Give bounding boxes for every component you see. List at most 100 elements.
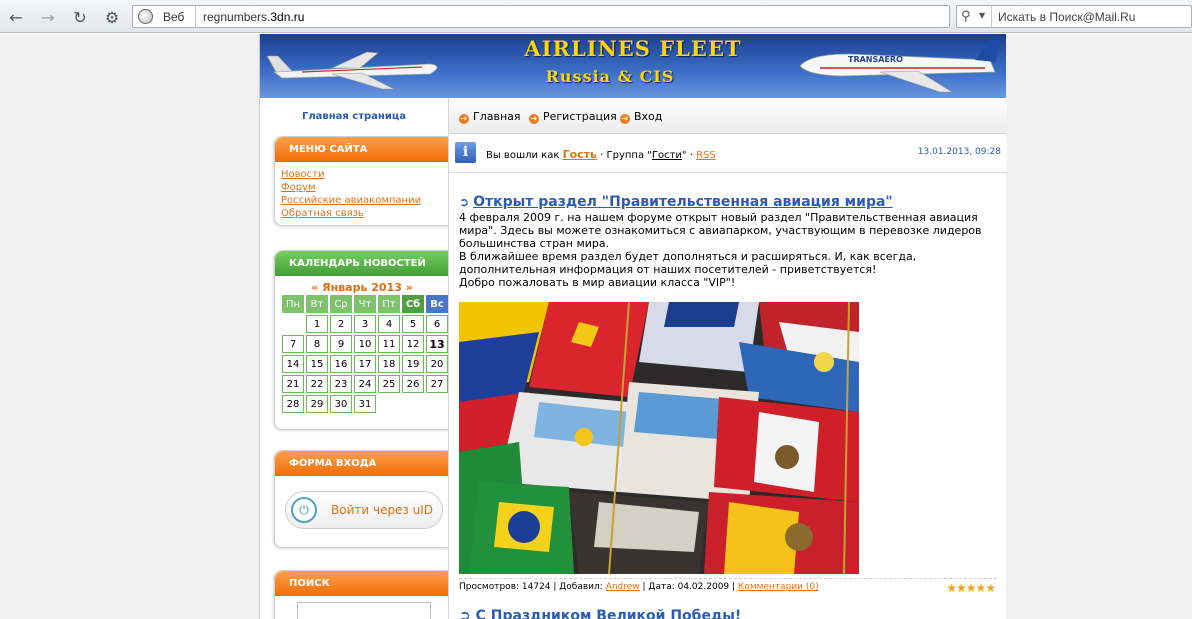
calendar-day[interactable]: 10 bbox=[354, 335, 376, 353]
calendar-weekday: Ср bbox=[330, 295, 352, 313]
post-date-label: | Дата: 04.02.2009 | bbox=[639, 582, 738, 592]
nav-item-login-label: Вход bbox=[634, 110, 663, 123]
login-prefix: Вы вошли как bbox=[486, 150, 563, 161]
arrow-circle-icon: ➲ bbox=[459, 608, 476, 619]
calendar-weekday: Вт bbox=[306, 295, 328, 313]
arrow-circle-icon: ➲ bbox=[459, 195, 470, 209]
guest-user-link[interactable]: Гость bbox=[563, 148, 597, 161]
calendar-day[interactable]: 9 bbox=[330, 335, 352, 353]
calendar-day[interactable]: 8 bbox=[306, 335, 328, 353]
group-suffix: " · bbox=[681, 150, 697, 161]
login-form-block: ФОРМА ВХОДА ⏻ Войти через uID bbox=[274, 450, 449, 548]
chevron-down-icon[interactable]: ▼ bbox=[979, 11, 985, 20]
back-icon[interactable]: ← bbox=[5, 6, 27, 28]
rating-stars[interactable]: ★★★★★ bbox=[946, 581, 996, 595]
globe-icon bbox=[138, 9, 153, 24]
search-icon[interactable]: ⚲ bbox=[961, 9, 971, 24]
banner-title: AIRLINES FLEET bbox=[524, 36, 742, 61]
search-separator bbox=[991, 6, 992, 27]
nav-item-register[interactable]: ➜ Регистрация bbox=[529, 110, 617, 124]
calendar-day[interactable]: 11 bbox=[378, 335, 400, 353]
calendar-day[interactable]: 20 bbox=[426, 355, 448, 373]
calendar-day[interactable]: 16 bbox=[330, 355, 352, 373]
menu-link-airlines[interactable]: Российские авиакомпании bbox=[281, 194, 449, 207]
calendar-day[interactable]: 13 bbox=[426, 335, 448, 353]
nav-item-login[interactable]: ➜ Вход bbox=[620, 110, 662, 124]
calendar-day[interactable]: 3 bbox=[354, 315, 376, 333]
calendar-day[interactable]: 21 bbox=[282, 375, 304, 393]
calendar-day[interactable]: 4 bbox=[378, 315, 400, 333]
calendar-day[interactable]: 7 bbox=[282, 335, 304, 353]
calendar-day[interactable]: 17 bbox=[354, 355, 376, 373]
calendar-day[interactable]: 25 bbox=[378, 375, 400, 393]
nav-item-home[interactable]: ➜ Главная bbox=[459, 110, 521, 124]
calendar-day[interactable]: 5 bbox=[402, 315, 424, 333]
calendar-day[interactable]: 27 bbox=[426, 375, 448, 393]
post-author-link[interactable]: Andrew bbox=[606, 582, 640, 592]
search-mode-label[interactable]: Веб bbox=[163, 10, 184, 24]
site-menu-list: Новости Форум Российские авиакомпании Об… bbox=[275, 162, 449, 220]
uid-login-button[interactable]: ⏻ Войти через uID bbox=[285, 491, 443, 529]
calendar-day[interactable]: 26 bbox=[402, 375, 424, 393]
calendar-empty-cell bbox=[282, 315, 304, 333]
calendar-day[interactable]: 2 bbox=[330, 315, 352, 333]
calendar-day[interactable]: 31 bbox=[354, 395, 376, 413]
login-status-text: Вы вошли как Гость · Группа "Гости" · RS… bbox=[486, 148, 716, 161]
calendar-day[interactable]: 30 bbox=[330, 395, 352, 413]
banner-subtitle: Russia & CIS bbox=[545, 67, 675, 86]
calendar-day[interactable]: 18 bbox=[378, 355, 400, 373]
left-sidebar: Главная страница МЕНЮ САЙТА Новости Фору… bbox=[260, 98, 449, 619]
calendar-day[interactable]: 6 bbox=[426, 315, 448, 333]
url-text[interactable]: regnumbers.3dn.ru bbox=[203, 10, 304, 24]
group-link[interactable]: Гости bbox=[652, 150, 682, 161]
site-menu-block: МЕНЮ САЙТА Новости Форум Российские авиа… bbox=[274, 136, 449, 226]
calendar-day[interactable]: 24 bbox=[354, 375, 376, 393]
nav-item-home-label: Главная bbox=[473, 110, 521, 123]
reload-icon[interactable]: ↻ bbox=[69, 6, 91, 28]
home-page-link[interactable]: Главная страница bbox=[260, 111, 448, 122]
next-post-title-text: С Праздником Великой Победы! bbox=[475, 608, 742, 619]
flags-image bbox=[459, 302, 859, 574]
calendar-day[interactable]: 22 bbox=[306, 375, 328, 393]
calendar-day[interactable]: 15 bbox=[306, 355, 328, 373]
forward-icon[interactable]: → bbox=[37, 6, 59, 28]
rss-link[interactable]: RSS bbox=[696, 150, 716, 161]
calendar-weekday: Пн bbox=[282, 295, 304, 313]
calendar-day[interactable]: 29 bbox=[306, 395, 328, 413]
post-comments-link[interactable]: Комментарии (0) bbox=[738, 582, 819, 592]
search-input[interactable] bbox=[297, 602, 431, 619]
calendar-day[interactable]: 19 bbox=[402, 355, 424, 373]
arrow-right-icon: ➜ bbox=[620, 114, 630, 124]
calendar-day[interactable]: 1 bbox=[306, 315, 328, 333]
calendar-month-nav[interactable]: « Январь 2013 » bbox=[275, 281, 449, 294]
menu-link-forum[interactable]: Форум bbox=[281, 181, 449, 194]
browser-search-box[interactable]: ⚲ ▼ Искать в Поиск@Mail.Ru bbox=[956, 5, 1192, 28]
calendar-day[interactable]: 23 bbox=[330, 375, 352, 393]
calendar-header: КАЛЕНДАРЬ НОВОСТЕЙ bbox=[275, 251, 449, 276]
search-placeholder[interactable]: Искать в Поиск@Mail.Ru bbox=[998, 10, 1135, 24]
info-icon: i bbox=[455, 142, 476, 163]
url-domain: regnumbers. bbox=[203, 10, 271, 24]
site-container: TRANSAERO AIRLINES FLEET Russia & CIS Гл… bbox=[259, 34, 1007, 619]
current-datetime: 13.01.2013, 09:28 bbox=[917, 147, 1001, 157]
news-calendar-block: КАЛЕНДАРЬ НОВОСТЕЙ « Январь 2013 » Пн Вт С… bbox=[274, 250, 449, 430]
calendar-day[interactable]: 12 bbox=[402, 335, 424, 353]
calendar-weekday: Сб bbox=[402, 295, 424, 313]
menu-link-feedback[interactable]: Обратная связь bbox=[281, 207, 449, 220]
key-icon[interactable]: ⚙ bbox=[101, 6, 123, 28]
post-body: 4 февраля 2009 г. на нашем форуме открыт… bbox=[459, 211, 999, 289]
post-title-link[interactable]: ➲ Открыт раздел "Правительственная авиаци… bbox=[459, 194, 893, 210]
calendar-day[interactable]: 14 bbox=[282, 355, 304, 373]
post-meta: Просмотров: 14724 | Добавил: Andrew | Да… bbox=[459, 578, 997, 595]
url-host: 3dn.ru bbox=[270, 10, 305, 24]
calendar-day[interactable]: 28 bbox=[282, 395, 304, 413]
search-block: ПОИСК bbox=[274, 570, 449, 619]
calendar-weekday: Пт bbox=[378, 295, 400, 313]
menu-link-news[interactable]: Новости bbox=[281, 168, 449, 181]
address-bar[interactable]: Веб regnumbers.3dn.ru bbox=[132, 5, 950, 28]
calendar-grid: Пн Вт Ср Чт Пт Сб Вс 1 2 3 4 5 6 7 8 9 10 11 12 13 14 15 16 17 1… bbox=[282, 295, 448, 413]
group-prefix: · Группа " bbox=[596, 150, 652, 161]
post-paragraph: 4 февраля 2009 г. на нашем форуме открыт… bbox=[459, 211, 982, 250]
login-status-bar: i Вы вошли как Гость · Группа "Гости" · … bbox=[449, 135, 1007, 173]
next-post-title-link[interactable]: ➲ С Праздником Великой Победы! bbox=[459, 608, 741, 619]
